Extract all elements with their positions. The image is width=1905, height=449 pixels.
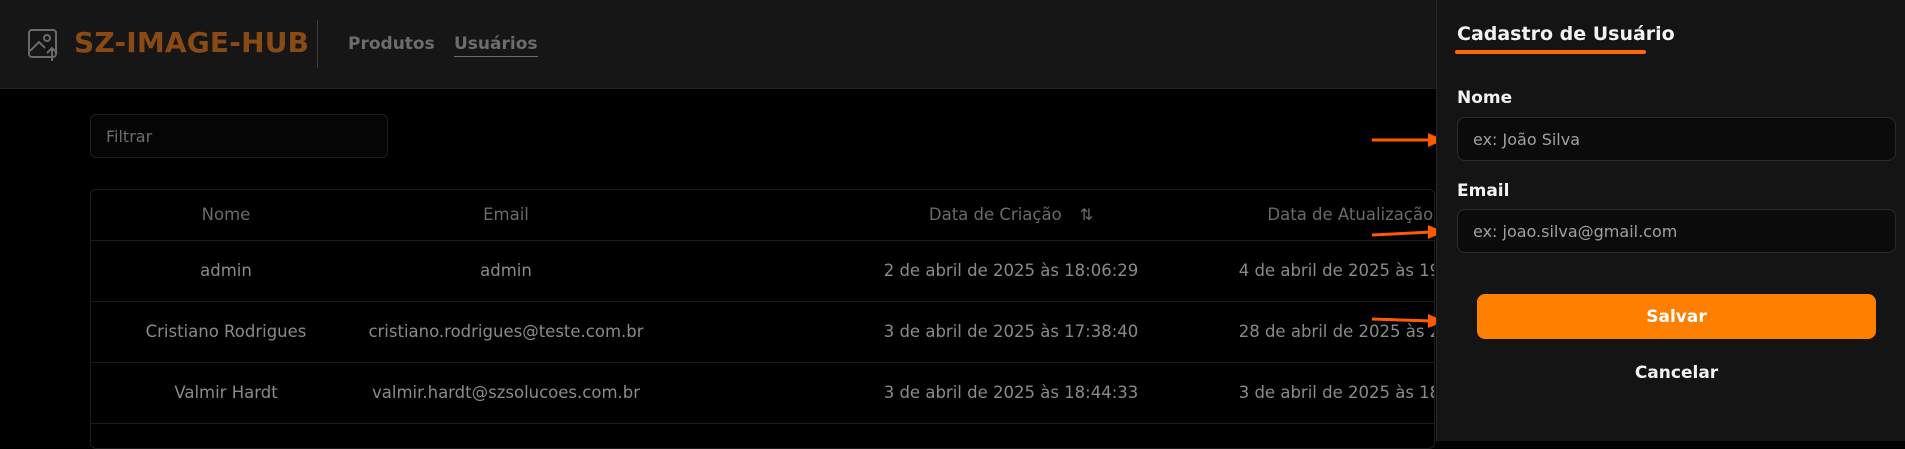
column-header-email[interactable]: Email (346, 190, 666, 240)
nome-label: Nome (1457, 88, 1513, 108)
cell-email: cristiano.rodrigues@teste.com.br (368, 322, 644, 341)
cell-nome: Valmir Hardt (174, 383, 278, 402)
email-input[interactable] (1457, 209, 1896, 253)
save-button[interactable]: Salvar (1477, 294, 1876, 339)
column-header-data-criacao[interactable]: Data de Criação ⇅ (846, 190, 1176, 240)
cell-data-criacao: 3 de abril de 2025 às 18:44:33 (883, 383, 1139, 402)
annotation-arrow-icon (1371, 314, 1444, 328)
brand-name[interactable]: SZ-IMAGE-HUB (74, 26, 309, 59)
title-underline (1455, 50, 1646, 54)
sort-arrows-icon[interactable]: ⇅ (1080, 190, 1093, 240)
column-header-data-atualizacao-label: Data de Atualização (1267, 205, 1434, 224)
filter-input[interactable] (90, 114, 388, 158)
cell-email: admin (480, 261, 532, 280)
annotation-arrow-icon (1371, 225, 1444, 239)
table-row[interactable]: admin admin 2 de abril de 2025 às 18:06:… (91, 241, 1434, 302)
cell-nome: Cristiano Rodrigues (145, 322, 307, 341)
image-upload-icon (28, 29, 58, 61)
table-row[interactable]: Valmir Hardt valmir.hardt@szsolucoes.com… (91, 363, 1434, 424)
header-divider (317, 20, 318, 68)
nav-produtos[interactable]: Produtos (348, 34, 435, 54)
cell-data-criacao: 3 de abril de 2025 às 17:38:40 (883, 322, 1139, 341)
cell-data-atualizacao: 3 de abril de 2025 às 18:45:57 (1238, 383, 1434, 402)
panel-title: Cadastro de Usuário (1457, 23, 1675, 45)
cancel-button[interactable]: Cancelar (1477, 358, 1876, 388)
cell-data-atualizacao: 4 de abril de 2025 às 19:32:34 (1238, 261, 1434, 280)
user-registration-panel: Cadastro de Usuário Nome Email Salvar Ca… (1436, 0, 1905, 441)
email-label: Email (1457, 181, 1510, 201)
cell-nome: admin (200, 261, 252, 280)
column-header-nome[interactable]: Nome (126, 190, 326, 240)
nav-usuarios[interactable]: Usuários (454, 34, 538, 57)
annotation-arrow-icon (1372, 133, 1444, 147)
cell-email: valmir.hardt@szsolucoes.com.br (371, 383, 641, 402)
users-table: Nome Email Data de Criação ⇅ Data de Atua… (90, 189, 1435, 449)
column-header-data-criacao-label: Data de Criação (928, 205, 1062, 224)
table-row[interactable]: Cristiano Rodrigues cristiano.rodrigues@… (91, 302, 1434, 363)
table-header-row: Nome Email Data de Criação ⇅ Data de Atua… (91, 190, 1434, 241)
nome-input[interactable] (1457, 117, 1896, 161)
cell-data-criacao: 2 de abril de 2025 às 18:06:29 (883, 261, 1139, 280)
